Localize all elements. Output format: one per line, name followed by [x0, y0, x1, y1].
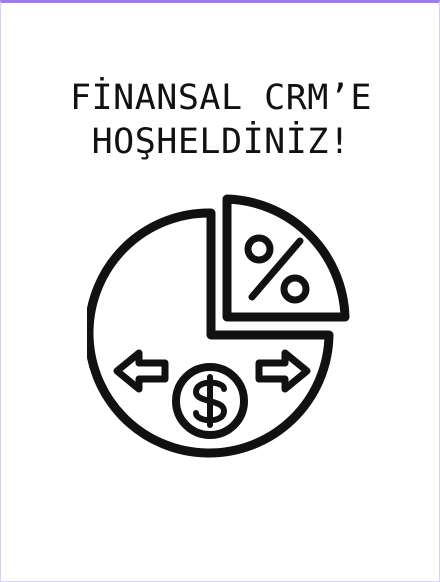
welcome-screen: FİNANSAL CRM’E HOŞHELDİNİZ!: [0, 0, 440, 582]
welcome-title-line-2: HOŞHELDİNİZ!: [91, 122, 351, 162]
finance-pie-chart-icon: [87, 194, 350, 458]
welcome-title-line-1: FİNANSAL CRM’E: [69, 78, 372, 118]
